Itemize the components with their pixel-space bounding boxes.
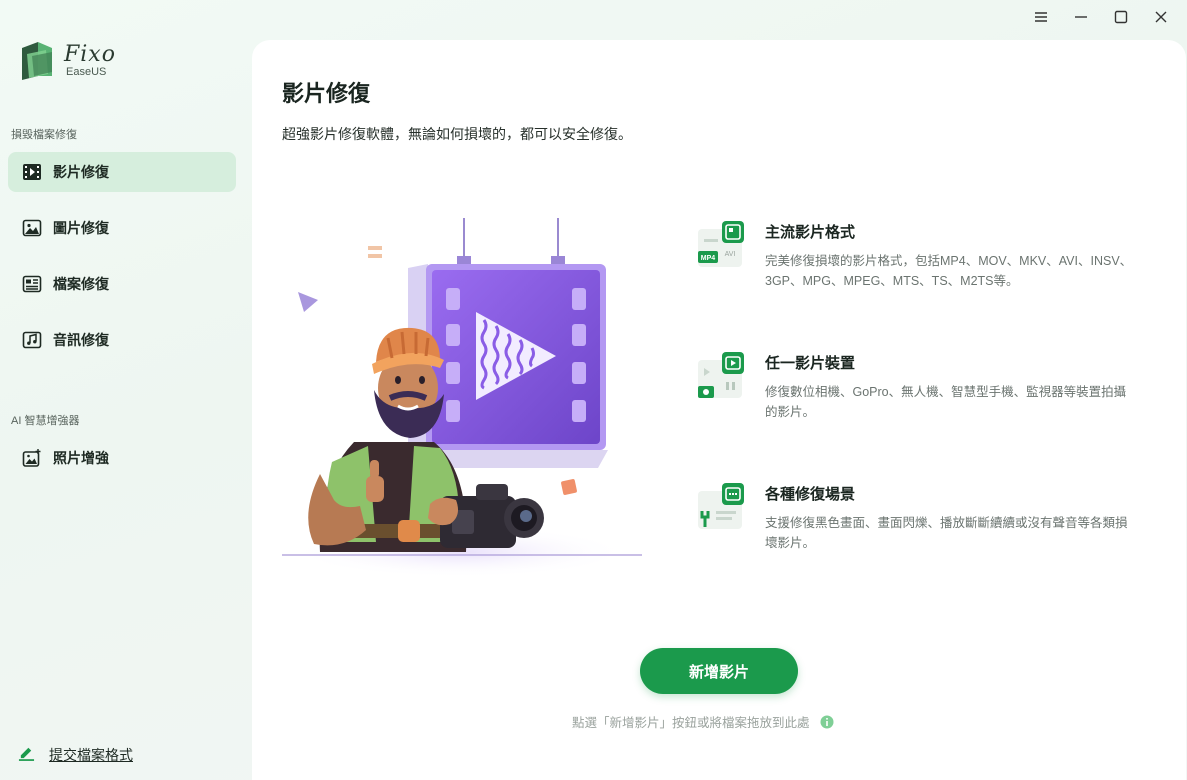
pencil-icon: [18, 744, 35, 765]
page-description: 超強影片修復軟體，無論如何損壞的，都可以安全修復。: [282, 127, 632, 143]
image-icon: [22, 218, 42, 238]
feature-description: 修復數位相機、GoPro、無人機、智慧型手機、監視器等裝置拍攝的影片。: [765, 385, 1127, 419]
video-repair-illustration: [282, 218, 642, 578]
add-video-button[interactable]: 新增影片: [640, 648, 798, 694]
main-panel: 影片修復 超強影片修復軟體，無論如何損壞的，都可以安全修復。 MP4 AVI 主…: [252, 40, 1186, 780]
drop-hint: 點選「新增影片」按鈕或將檔案拖放到此處: [572, 712, 834, 731]
sidebar-item-audio-repair[interactable]: 音訊修復: [8, 320, 236, 360]
info-icon[interactable]: [820, 715, 834, 729]
sidebar-item-label: 影片修復: [53, 165, 109, 181]
section-label-repair: 損毀檔案修復: [11, 129, 77, 141]
submit-file-format-label: 提交檔案格式: [49, 747, 133, 764]
sidebar: Fixo EaseUS 損毀檔案修復 影片修復 圖片修復 檔案修復 音訊修復 A…: [0, 0, 252, 780]
feature-description: 完美修復損壞的影片格式，包括MP4、MOV、MKV、AVI、INSV、3GP、M…: [765, 254, 1133, 288]
brand-sub: EaseUS: [66, 66, 107, 78]
menu-icon[interactable]: [1029, 6, 1053, 28]
close-icon[interactable]: [1149, 6, 1173, 28]
photo-enhance-icon: [22, 448, 42, 468]
sidebar-item-label: 照片增強: [53, 451, 109, 467]
music-icon: [22, 330, 42, 350]
feature-video-devices: 任一影片裝置 修復數位相機、GoPro、無人機、智慧型手機、監視器等裝置拍攝的影…: [696, 352, 1126, 432]
document-icon: [22, 274, 42, 294]
page-title: 影片修復: [282, 82, 371, 107]
sidebar-item-photo-enhance[interactable]: 照片增強: [8, 438, 236, 478]
video-icon: [22, 162, 42, 182]
feature-description: 支援修復黑色畫面、畫面閃爍、播放斷斷續續或沒有聲音等各類損壞影片。: [765, 516, 1128, 550]
feature-title: 主流影片格式: [765, 223, 856, 241]
mp4-badge: MP4: [701, 255, 716, 262]
fixo-logo-icon: [22, 42, 52, 80]
repair-scenario-icon: [698, 483, 744, 529]
sidebar-item-label: 音訊修復: [53, 333, 109, 349]
submit-file-format-link[interactable]: 提交檔案格式: [18, 744, 133, 765]
sidebar-item-label: 圖片修復: [53, 221, 109, 237]
feature-video-formats: MP4 AVI 主流影片格式 完美修復損壞的影片格式，包括MP4、MOV、MKV…: [696, 221, 1132, 301]
sidebar-item-label: 檔案修復: [53, 277, 109, 293]
app-logo: Fixo EaseUS: [18, 40, 116, 82]
video-format-icon: MP4 AVI: [698, 221, 744, 267]
feature-repair-scenarios: 各種修復場景 支援修復黑色畫面、畫面閃爍、播放斷斷續續或沒有聲音等各類損壞影片。: [696, 483, 1128, 563]
sidebar-item-image-repair[interactable]: 圖片修復: [8, 208, 236, 248]
window-controls: [1029, 6, 1173, 28]
section-label-ai: AI 智慧增強器: [11, 415, 80, 427]
brand-name: Fixo: [64, 42, 116, 67]
video-device-icon: [698, 352, 744, 398]
feature-title: 各種修復場景: [765, 485, 856, 503]
drop-hint-text: 點選「新增影片」按鈕或將檔案拖放到此處: [572, 715, 810, 730]
sidebar-item-video-repair[interactable]: 影片修復: [8, 152, 236, 192]
sidebar-item-document-repair[interactable]: 檔案修復: [8, 264, 236, 304]
avi-badge: AVI: [725, 251, 736, 258]
minimize-icon[interactable]: [1069, 6, 1093, 28]
feature-title: 任一影片裝置: [765, 354, 856, 372]
maximize-icon[interactable]: [1109, 6, 1133, 28]
